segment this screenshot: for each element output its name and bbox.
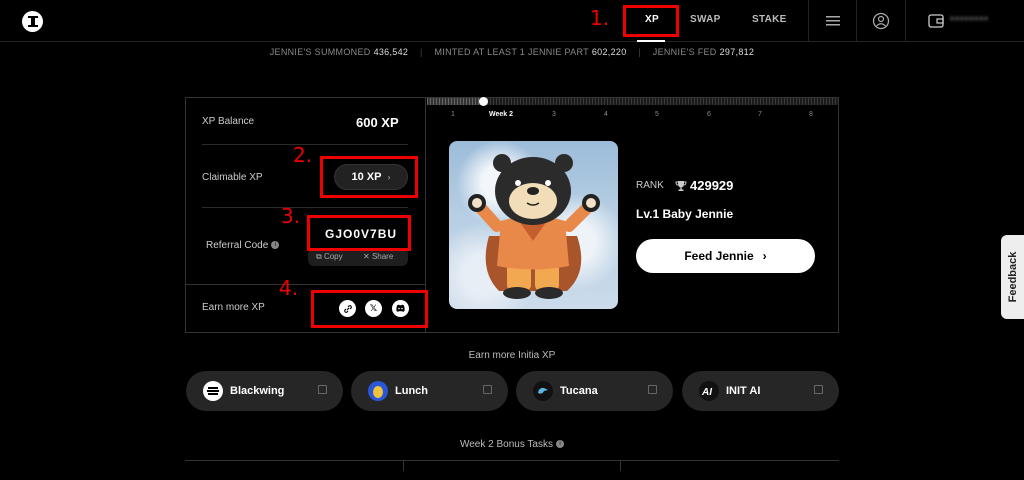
x-logo-icon: ✕ [363,252,370,261]
external-link-icon [814,385,823,394]
partner-name: Blackwing [230,385,285,397]
profile-icon[interactable] [871,12,891,30]
week-progress-handle[interactable] [479,97,488,106]
week-progress-fill [427,98,484,105]
init-ai-logo-icon: AI [699,381,719,401]
external-link-icon [318,385,327,394]
bonus-tasks-table [185,460,839,480]
stat-label: JENNIE'S SUMMONED [269,47,371,57]
partner-lunch[interactable]: Lunch [351,371,508,411]
share-button[interactable]: ✕ Share [363,252,393,261]
week-label[interactable]: 7 [758,111,762,118]
feed-jennie-button[interactable]: Feed Jennie › [636,239,815,273]
annotation-number: 4. [279,276,299,300]
partner-tucana[interactable]: Tucana [516,371,673,411]
nav-divider [856,0,857,42]
wallet-address[interactable]: •••••••• [950,13,989,25]
partner-name: INIT AI [726,385,761,397]
external-link-icon [648,385,657,394]
stat-value: 436,542 [373,47,409,57]
referral-code-label: Referral Code i [206,240,280,251]
annotation-number: 1. [590,6,610,30]
annotation-number: 3. [281,204,301,228]
annotation-box [307,215,411,251]
week-label[interactable]: 5 [655,111,659,118]
divider [202,207,408,208]
copy-icon: ⧉ [316,252,322,261]
stats-strip: JENNIE'S SUMMONED 436,542 | MINTED AT LEA… [269,47,755,57]
partner-name: Lunch [395,385,428,397]
chevron-right-icon: › [762,249,767,263]
week-label[interactable]: 8 [809,111,813,118]
earn-more-xp-label: Earn more XP [202,302,265,313]
menu-icon[interactable] [823,12,843,30]
nav-divider [905,0,906,42]
nav-divider [808,0,809,42]
info-icon[interactable]: i [556,440,564,449]
lunch-logo-icon [368,381,388,401]
partner-name: Tucana [560,385,598,397]
stat-value: 602,220 [591,47,627,57]
nav-stake[interactable]: STAKE [752,14,787,25]
jennie-character-image [449,141,618,309]
annotation-number: 2. [293,143,313,167]
initia-logo-icon[interactable] [22,11,43,32]
stat-value: 297,812 [719,47,755,57]
trophy-icon [675,179,687,197]
tucana-logo-icon [533,381,553,401]
week-label-current[interactable]: Week 2 [489,111,513,118]
svg-text:AI: AI [701,387,712,398]
copy-button[interactable]: ⧉ Copy [316,252,343,262]
week-label[interactable]: 4 [604,111,608,118]
info-icon[interactable]: i [271,241,280,250]
feedback-tab[interactable]: Feedback [1001,235,1024,319]
earn-initia-title: Earn more Initia XP [468,350,556,361]
annotation-box [320,156,418,198]
stat-label: JENNIE'S FED [652,47,717,57]
xp-balance-value: 600 XP [356,115,399,130]
week-label[interactable]: 1 [451,111,455,118]
nav-swap[interactable]: SWAP [690,14,721,25]
partner-blackwing[interactable]: Blackwing [186,371,343,411]
nav-active-indicator [637,40,665,42]
xp-balance-label: XP Balance [202,116,255,127]
bonus-tasks-title: Week 2 Bonus Tasks i [0,439,1024,450]
week-progress-track [427,98,838,105]
external-link-icon [483,385,492,394]
annotation-box [311,290,428,328]
divider [186,284,426,285]
week-label[interactable]: 3 [552,111,556,118]
stat-label: MINTED AT LEAST 1 JENNIE PART [434,47,589,57]
blackwing-logo-icon [203,381,223,401]
partner-init-ai[interactable]: AI INIT AI [682,371,839,411]
annotation-box [623,5,679,37]
week-label[interactable]: 6 [707,111,711,118]
wallet-icon[interactable] [926,12,946,30]
rank-value: 429929 [690,178,734,193]
claimable-xp-label: Claimable XP [202,172,263,183]
jennie-level: Lv.1 Baby Jennie [636,207,734,221]
rank-label: RANK [636,180,664,191]
